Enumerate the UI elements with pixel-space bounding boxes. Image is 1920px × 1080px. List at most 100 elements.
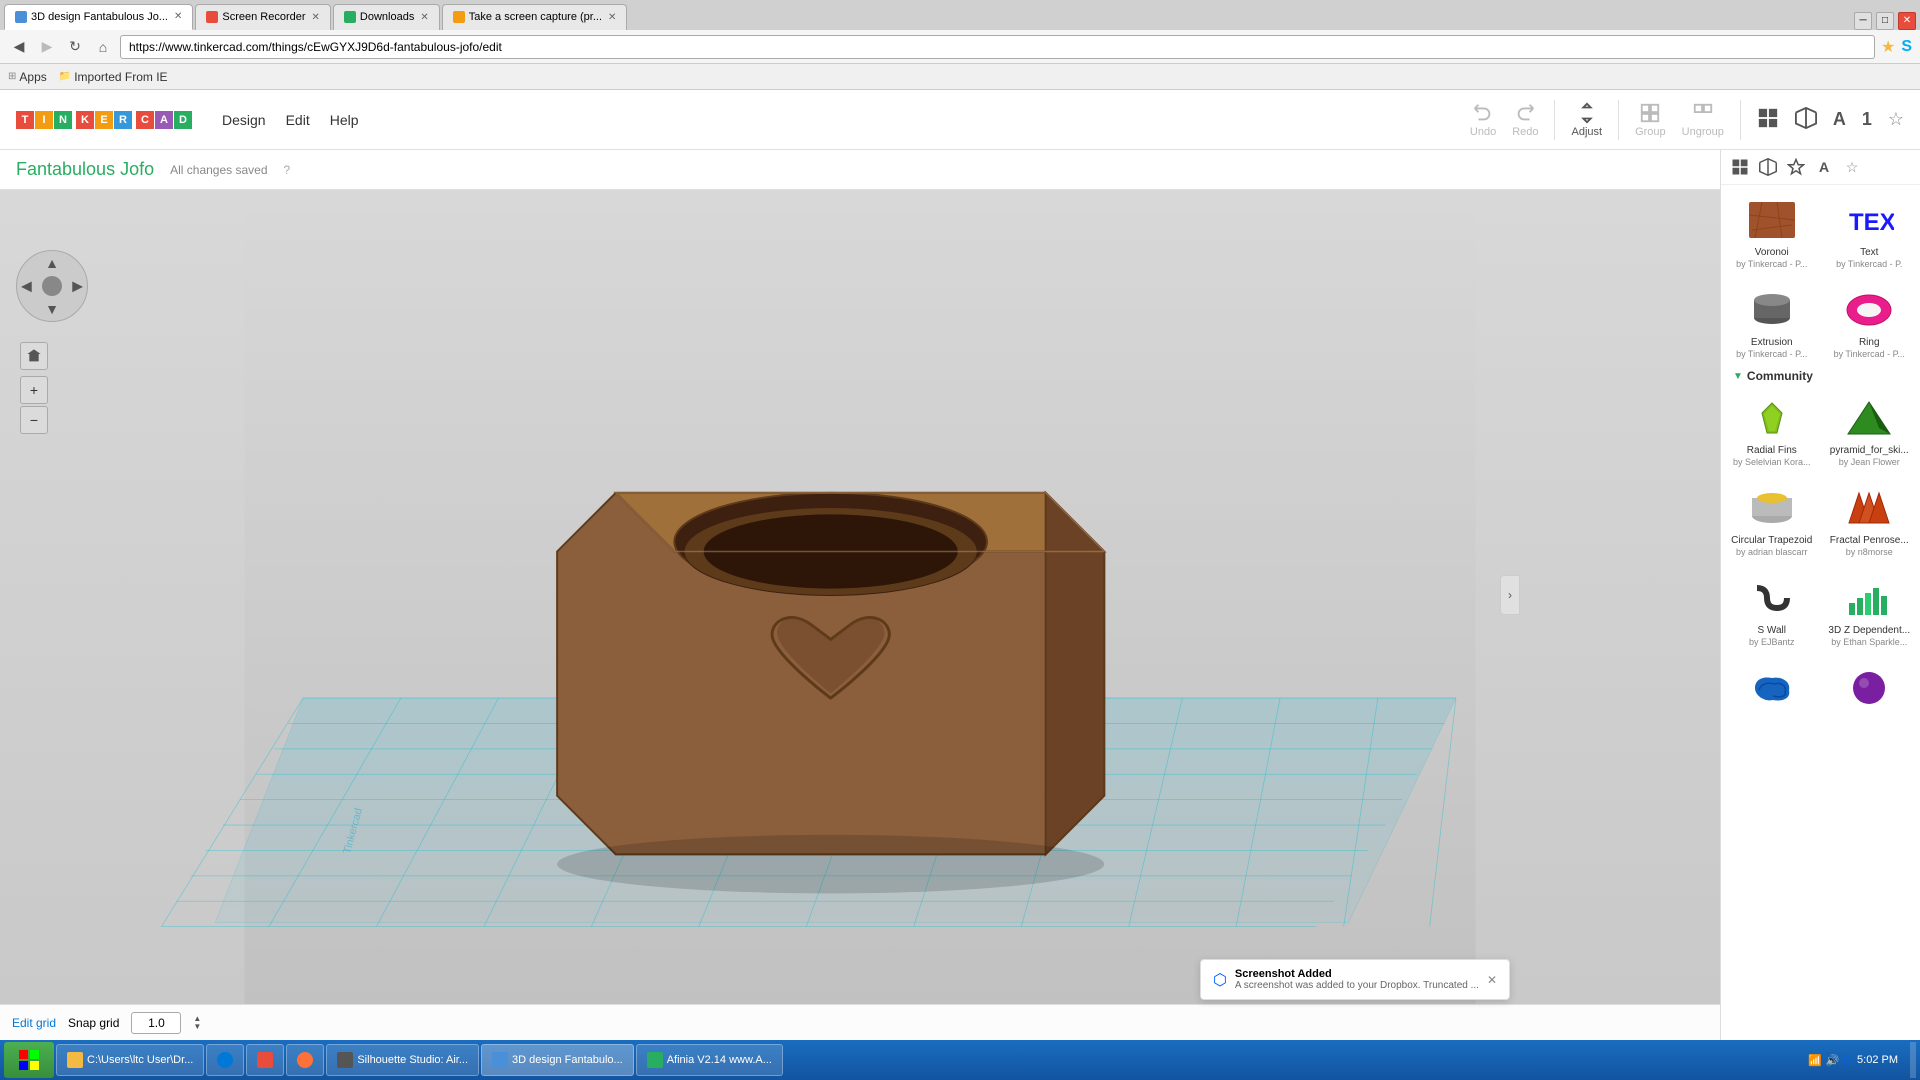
tab-1-close[interactable]: ✕	[174, 11, 182, 22]
start-button[interactable]	[4, 1042, 54, 1078]
grid-shapes-icon[interactable]	[1729, 156, 1751, 178]
star-icon[interactable]: ☆	[1888, 109, 1904, 130]
taskbar-firefox[interactable]	[286, 1044, 324, 1076]
viewport[interactable]: Fantabulous Jofo All changes saved ?	[0, 150, 1720, 1040]
design-name[interactable]: Fantabulous Jofo	[16, 159, 154, 180]
tab-3[interactable]: Downloads ✕	[333, 4, 440, 30]
tab-2-close[interactable]: ✕	[312, 12, 320, 23]
fractal-penrose-author: by n8morse	[1846, 547, 1893, 557]
shapes-shapes-icon[interactable]	[1785, 156, 1807, 178]
zoom-out-button[interactable]: −	[20, 406, 48, 434]
favorites-icon[interactable]: ★	[1881, 37, 1895, 57]
taskbar-explorer-label: C:\Users\ltc User\Dr...	[87, 1054, 193, 1066]
forward-button[interactable]: ▶	[36, 36, 58, 58]
tab-4-close[interactable]: ✕	[608, 12, 616, 23]
taskbar-misc[interactable]	[246, 1044, 284, 1076]
address-input[interactable]	[120, 35, 1875, 59]
nav-circle[interactable]: ▲ ▼ ◀ ▶	[16, 250, 88, 322]
shape-s-wall[interactable]: S Wall by EJBantz	[1725, 567, 1819, 653]
grid-view-icon[interactable]	[1757, 107, 1779, 132]
minimize-btn[interactable]: ─	[1854, 12, 1872, 30]
adjust-button[interactable]: Adjust	[1571, 102, 1602, 138]
nav-left-arrow[interactable]: ◀	[21, 278, 32, 295]
undo-button[interactable]: Undo	[1470, 102, 1496, 138]
text-icon[interactable]: A	[1833, 109, 1846, 130]
refresh-button[interactable]: ↻	[64, 36, 86, 58]
canvas-3d[interactable]: Tinkercad	[0, 190, 1720, 1040]
edit-grid-btn[interactable]: Edit grid	[12, 1016, 56, 1030]
taskbar-tinkercad-label: 3D design Fantabulo...	[512, 1054, 623, 1066]
taskbar-explorer[interactable]: C:\Users\ltc User\Dr...	[56, 1044, 204, 1076]
tab-1-label: 3D design Fantabulous Jo...	[31, 11, 168, 23]
nav-right-arrow[interactable]: ▶	[72, 278, 83, 295]
snap-arrows: ▲ ▼	[193, 1015, 201, 1031]
dropbox-tray-icon[interactable]: ⬡	[1843, 1054, 1853, 1067]
nav-design[interactable]: Design	[222, 108, 266, 132]
home-button[interactable]: ⌂	[92, 36, 114, 58]
nav-up-arrow[interactable]: ▲	[45, 255, 59, 271]
close-btn[interactable]: ✕	[1898, 12, 1916, 30]
nav-edit[interactable]: Edit	[286, 108, 310, 132]
taskbar-afinia[interactable]: Afinia V2.14 www.A...	[636, 1044, 783, 1076]
taskbar-tinkercad-icon	[492, 1052, 508, 1068]
tab-4[interactable]: Take a screen capture (pr... ✕	[442, 4, 628, 30]
community-section-header[interactable]: ▼ Community	[1725, 365, 1916, 387]
bookmarks-bar: ⊞ Apps 📁 Imported From IE	[0, 64, 1920, 90]
group-button[interactable]: Group	[1635, 102, 1666, 138]
taskbar-firefox-icon	[297, 1052, 313, 1068]
shape-pyramid[interactable]: pyramid_for_ski... by Jean Flower	[1823, 387, 1917, 473]
back-button[interactable]: ◀	[8, 36, 30, 58]
nav-help[interactable]: Help	[330, 108, 359, 132]
notification-body: A screenshot was added to your Dropbox. …	[1235, 980, 1479, 991]
shape-voronoi[interactable]: Voronoi by Tinkercad - P...	[1725, 189, 1819, 275]
zoom-in-button[interactable]: +	[20, 376, 48, 404]
shape-text[interactable]: TEXT Text by Tinkercad - P.	[1823, 189, 1917, 275]
circular-trapezoid-author: by adrian blascarr	[1736, 547, 1808, 557]
ungroup-button[interactable]: Ungroup	[1682, 102, 1724, 138]
nav-down-arrow[interactable]: ▼	[45, 301, 59, 317]
box-3d-icon[interactable]	[1795, 107, 1817, 132]
maximize-btn[interactable]: □	[1876, 12, 1894, 30]
bookmark-imported[interactable]: 📁 Imported From IE	[59, 70, 168, 84]
tab-1[interactable]: 3D design Fantabulous Jo... ✕	[4, 4, 193, 30]
logo-D: D	[174, 111, 192, 129]
community-arrow-icon: ▼	[1733, 371, 1743, 382]
snap-grid-input[interactable]	[131, 1012, 181, 1034]
voronoi-thumb	[1742, 195, 1802, 245]
shapes-list[interactable]: Voronoi by Tinkercad - P... TEXT Text by…	[1721, 185, 1920, 1040]
shape-circular-trapezoid[interactable]: Circular Trapezoid by adrian blascarr	[1725, 477, 1819, 563]
help-icon[interactable]: ?	[284, 163, 291, 177]
home-view-button[interactable]	[20, 342, 48, 370]
show-desktop-button[interactable]	[1910, 1042, 1916, 1078]
text-shapes-icon[interactable]: A	[1813, 156, 1835, 178]
taskbar-tinkercad[interactable]: 3D design Fantabulo...	[481, 1044, 634, 1076]
shape-fractal-penrose[interactable]: Fractal Penrose... by n8morse	[1823, 477, 1917, 563]
shape-purple-sphere[interactable]	[1823, 657, 1917, 721]
logo-I: I	[35, 111, 53, 129]
notification-close[interactable]: ✕	[1487, 973, 1497, 987]
blue-blob-thumb	[1742, 663, 1802, 713]
shape-extrusion[interactable]: Extrusion by Tinkercad - P...	[1725, 279, 1819, 365]
taskbar-silhouette[interactable]: Silhouette Studio: Air...	[326, 1044, 479, 1076]
volume-icon[interactable]: 🔊	[1826, 1054, 1840, 1067]
redo-button[interactable]: Redo	[1512, 102, 1538, 138]
tab-2[interactable]: Screen Recorder ✕	[195, 4, 331, 30]
box-shapes-icon[interactable]	[1757, 156, 1779, 178]
panel-collapse-button[interactable]: ›	[1500, 575, 1520, 615]
network-icon[interactable]: 📶	[1808, 1054, 1822, 1067]
shape-radial-fins[interactable]: Radial Fins by Selelvian Kora...	[1725, 387, 1819, 473]
snap-down-arrow[interactable]: ▼	[193, 1023, 201, 1031]
star-shapes-icon[interactable]: ☆	[1841, 156, 1863, 178]
taskbar-ie[interactable]	[206, 1044, 244, 1076]
address-bar: ◀ ▶ ↻ ⌂ ★ S	[0, 30, 1920, 64]
bookmark-apps[interactable]: ⊞ Apps	[8, 70, 47, 84]
tinkercad-logo[interactable]: T I N K E R C A D	[16, 111, 192, 129]
shape-3d-z-dependent[interactable]: 3D Z Dependent... by Ethan Sparkle...	[1823, 567, 1917, 653]
logo-R: R	[114, 111, 132, 129]
shape-blue-blob[interactable]	[1725, 657, 1819, 721]
taskbar-explorer-icon	[67, 1052, 83, 1068]
number-icon[interactable]: 1	[1862, 109, 1872, 130]
tab-3-close[interactable]: ✕	[420, 12, 428, 23]
skype-icon[interactable]: S	[1901, 38, 1912, 56]
shape-ring[interactable]: Ring by Tinkercad - P...	[1823, 279, 1917, 365]
